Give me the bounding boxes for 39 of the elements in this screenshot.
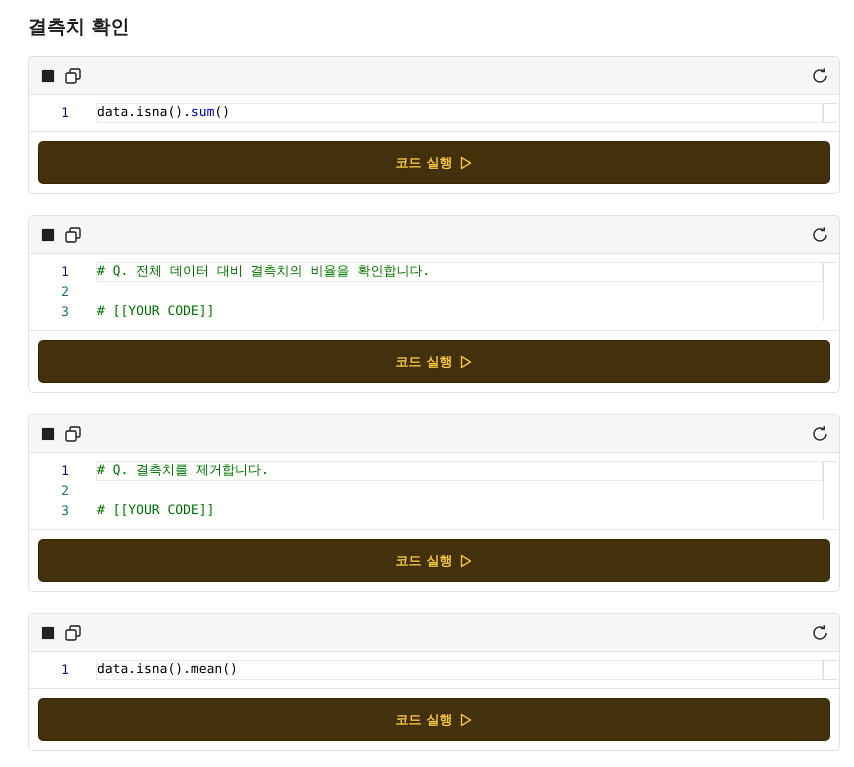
code-line: # [[YOUR CODE]] — [97, 304, 214, 319]
scrollbar[interactable] — [823, 461, 837, 520]
play-icon — [460, 712, 472, 726]
reset-icon[interactable] — [811, 624, 829, 642]
scrollbar[interactable] — [823, 262, 837, 321]
play-icon — [460, 554, 472, 568]
stop-icon[interactable] — [41, 426, 55, 440]
line-number: 1 — [60, 264, 69, 280]
scrollbar[interactable] — [823, 103, 837, 123]
line-number: 3 — [60, 504, 69, 518]
line-number: 2 — [60, 284, 69, 300]
line-number: 1 — [60, 662, 69, 678]
copy-icon[interactable] — [65, 226, 81, 242]
reset-icon[interactable] — [811, 424, 829, 442]
code-line: # [[YOUR CODE]] — [97, 503, 214, 518]
stop-icon[interactable] — [41, 626, 55, 640]
play-icon — [460, 354, 472, 368]
scrollbar[interactable] — [823, 660, 837, 680]
stop-icon[interactable] — [41, 68, 55, 82]
copy-icon[interactable] — [65, 624, 81, 640]
code-line: data.isna().mean() — [97, 662, 238, 677]
line-number: 1 — [60, 464, 69, 478]
reset-icon[interactable] — [811, 66, 829, 84]
code-line: data.isna().sum() — [97, 105, 230, 120]
run-code-button[interactable]: 코드 실행 — [38, 141, 830, 184]
play-icon — [460, 156, 472, 170]
stop-icon[interactable] — [41, 228, 55, 242]
section-heading: 결측치 확인 — [28, 15, 131, 40]
line-number: 1 — [60, 106, 69, 120]
code-line: # Q. 결측치를 제거합니다. — [97, 463, 269, 478]
run-code-button[interactable]: 코드 실행 — [38, 539, 830, 582]
code-line: # Q. 전체 데이터 대비 결측치의 비율을 확인합니다. — [97, 264, 430, 279]
reset-icon[interactable] — [811, 226, 829, 244]
run-code-button[interactable]: 코드 실행 — [38, 698, 830, 741]
copy-icon[interactable] — [65, 426, 81, 442]
run-code-button[interactable]: 코드 실행 — [38, 340, 830, 383]
line-number: 2 — [60, 484, 69, 498]
line-number: 3 — [60, 304, 69, 320]
copy-icon[interactable] — [65, 68, 81, 84]
